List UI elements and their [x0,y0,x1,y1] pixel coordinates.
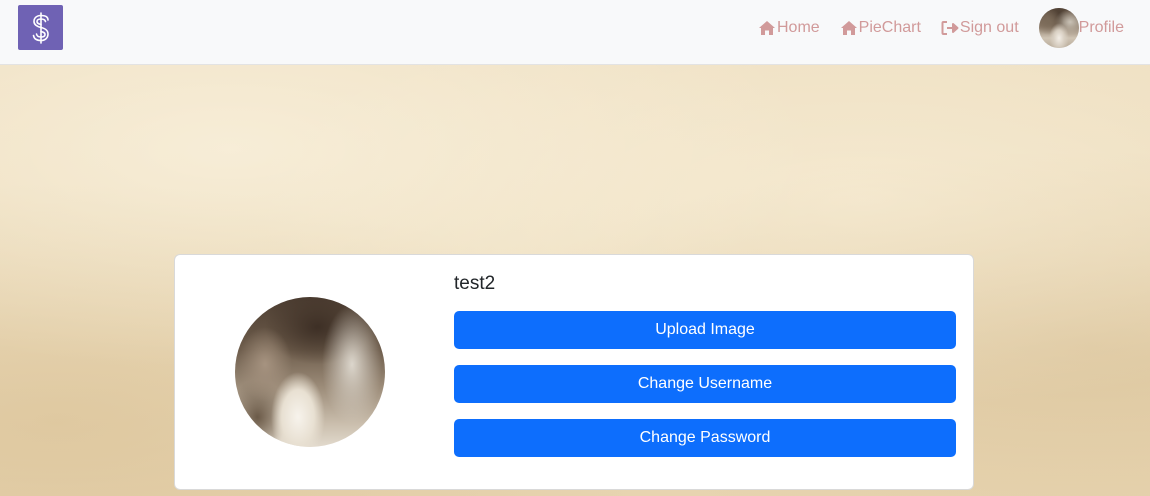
nav-link-label: PieChart [858,18,921,36]
profile-image [235,297,385,447]
nav-link-label: Sign out [959,18,1019,36]
nav-link-label: Home [776,18,820,36]
sign-out-icon [941,20,959,35]
avatar-image [1038,7,1079,48]
dollar-sign-icon [32,11,49,44]
nav-link-home[interactable]: Home [758,19,820,37]
profile-picture [235,297,385,447]
nav-links: Home PieChart Sign out Profile [738,0,1124,55]
home-icon [758,20,775,35]
home-icon [840,20,857,35]
nav-link-sign-out[interactable]: Sign out [941,19,1019,37]
navbar: Home PieChart Sign out Profile [0,0,1150,65]
brand-logo[interactable] [18,5,63,50]
change-password-button[interactable]: Change Password [454,419,956,457]
nav-link-profile[interactable]: Profile [1038,7,1124,48]
avatar [1038,7,1079,48]
nav-link-piechart[interactable]: PieChart [840,19,921,37]
profile-card: test2 Upload Image Change Username Chang… [174,254,974,490]
change-username-button[interactable]: Change Username [454,365,956,403]
nav-link-label: Profile [1078,18,1124,36]
username: test2 [454,273,496,294]
upload-image-button[interactable]: Upload Image [454,311,956,349]
